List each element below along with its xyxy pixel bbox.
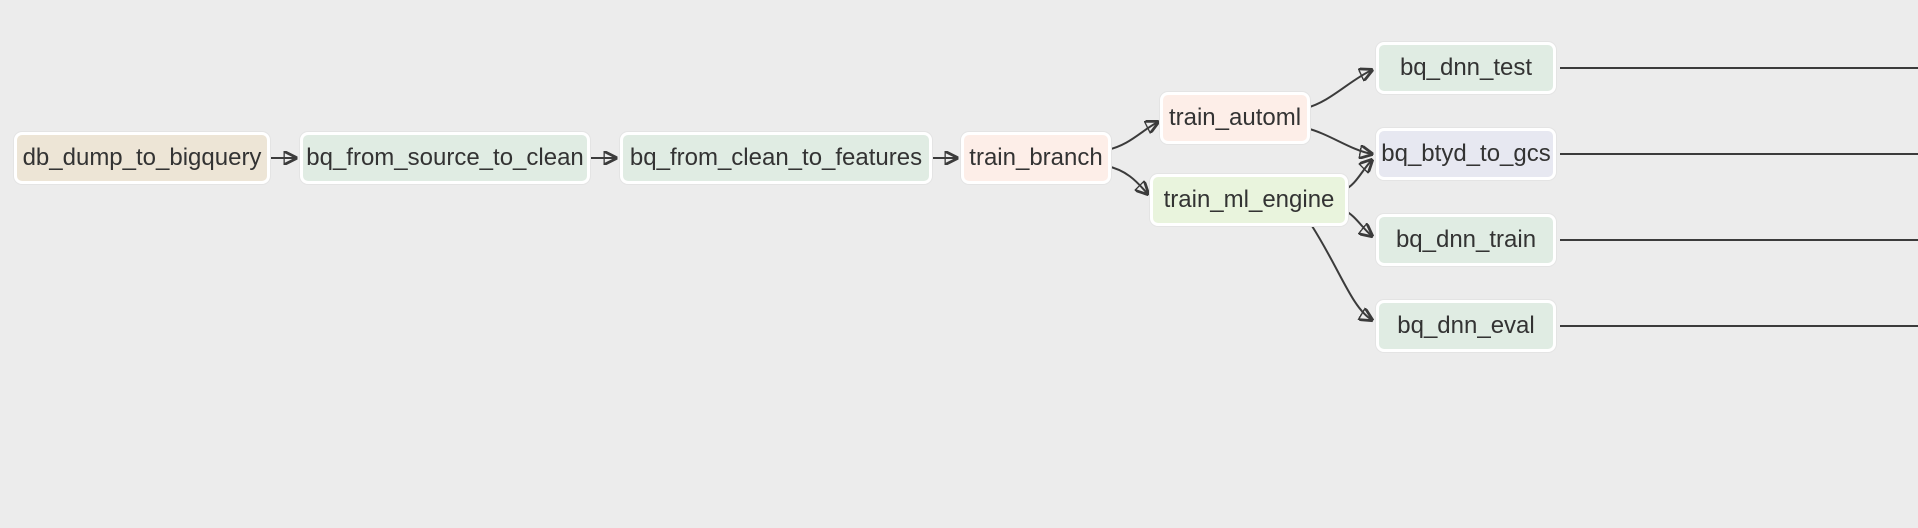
task-label: bq_dnn_train: [1396, 226, 1536, 254]
task-label: bq_from_source_to_clean: [306, 144, 584, 172]
task-label: train_ml_engine: [1164, 186, 1335, 214]
task-train-automl[interactable]: train_automl: [1160, 92, 1310, 144]
task-bq-dnn-train[interactable]: bq_dnn_train: [1376, 214, 1556, 266]
task-label: train_automl: [1169, 104, 1301, 132]
task-bq-from-clean-to-features[interactable]: bq_from_clean_to_features: [620, 132, 932, 184]
task-label: bq_dnn_eval: [1397, 312, 1534, 340]
task-db-dump-to-bigquery[interactable]: db_dump_to_bigquery: [14, 132, 270, 184]
task-label: bq_btyd_to_gcs: [1381, 140, 1550, 168]
dag-edges-layer: [0, 0, 1918, 528]
task-bq-btyd-to-gcs[interactable]: bq_btyd_to_gcs: [1376, 128, 1556, 180]
task-bq-dnn-eval[interactable]: bq_dnn_eval: [1376, 300, 1556, 352]
task-train-branch[interactable]: train_branch: [961, 132, 1111, 184]
task-label: db_dump_to_bigquery: [23, 144, 262, 172]
task-train-ml-engine[interactable]: train_ml_engine: [1150, 174, 1348, 226]
task-label: bq_dnn_test: [1400, 54, 1532, 82]
task-bq-dnn-test[interactable]: bq_dnn_test: [1376, 42, 1556, 94]
task-label: train_branch: [969, 144, 1102, 172]
task-bq-from-source-to-clean[interactable]: bq_from_source_to_clean: [300, 132, 590, 184]
task-label: bq_from_clean_to_features: [630, 144, 922, 172]
